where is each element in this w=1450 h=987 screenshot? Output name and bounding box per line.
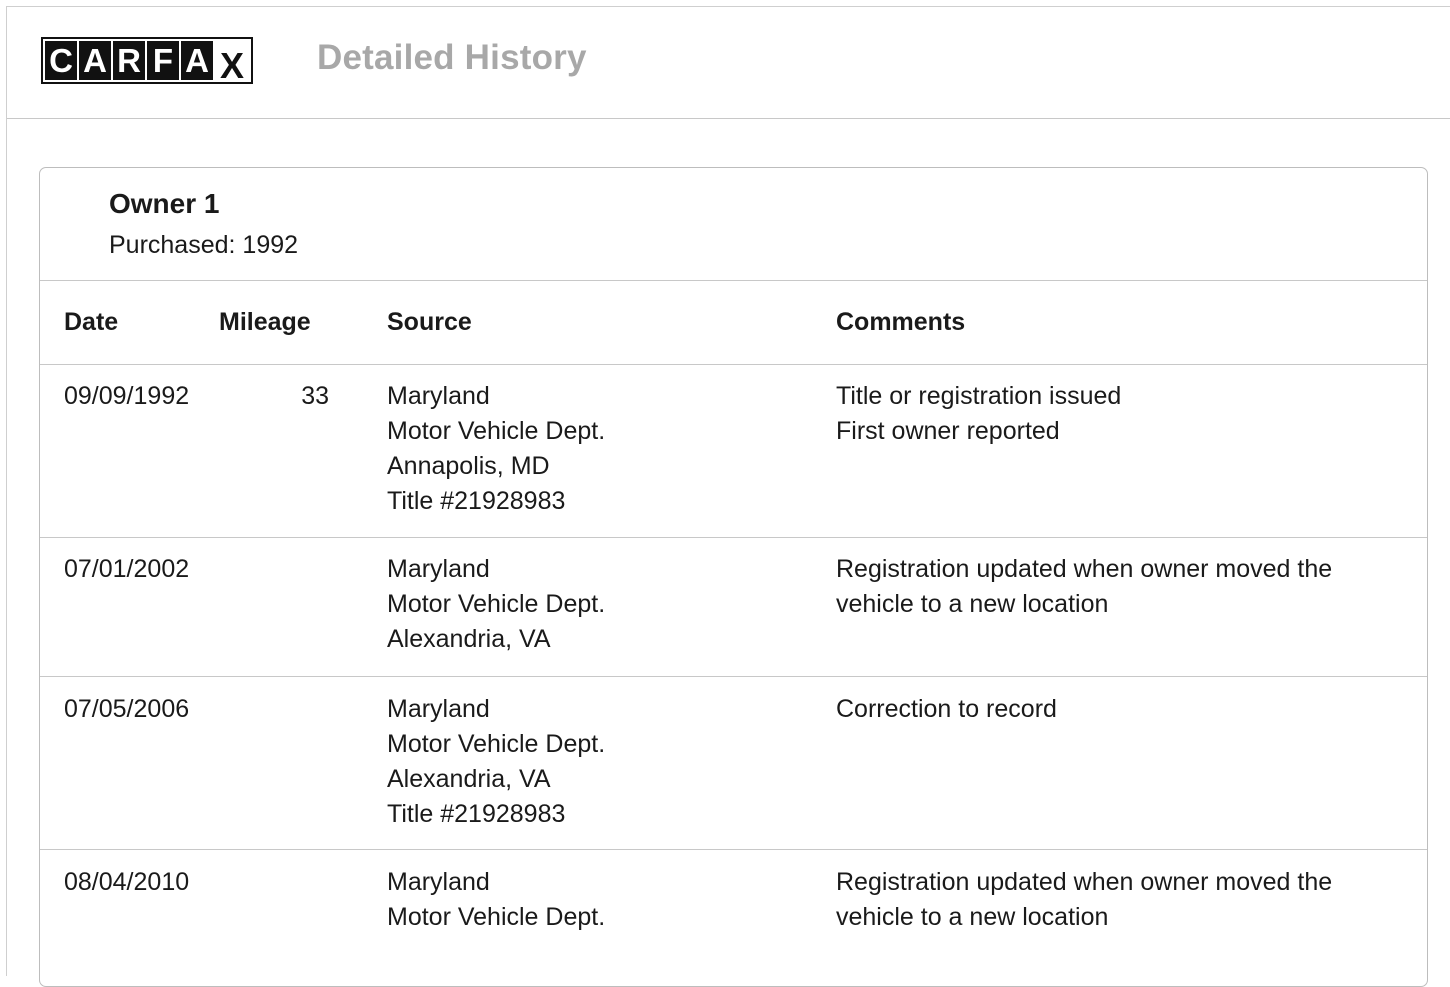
comment-line: Registration updated when owner moved th… — [836, 868, 1333, 896]
column-header-date: Date — [64, 308, 119, 336]
owner-purchased: Purchased: 1992 — [109, 231, 299, 259]
report-header: C A R F A X Detailed History — [7, 7, 1450, 119]
source-line: Motor Vehicle Dept. — [387, 417, 606, 445]
comment-line: Title or registration issued — [836, 382, 1122, 410]
row-date: 09/09/1992 — [64, 382, 190, 410]
source-line: Maryland — [387, 695, 490, 723]
row-date: 08/04/2010 — [64, 868, 190, 896]
row-comments: Registration updated when owner moved th… — [836, 865, 1332, 935]
row-source: Maryland Motor Vehicle Dept. Alexandria,… — [387, 692, 605, 832]
source-line: Motor Vehicle Dept. — [387, 590, 606, 618]
source-line: Alexandria, VA — [387, 765, 551, 793]
source-line: Maryland — [387, 555, 490, 583]
owner-history-card: Owner 1 Purchased: 1992 Date Mileage Sou… — [39, 167, 1428, 987]
row-date: 07/05/2006 — [64, 695, 190, 723]
divider — [40, 364, 1427, 365]
row-comments: Registration updated when owner moved th… — [836, 552, 1332, 622]
source-line: Title #21928983 — [387, 800, 566, 828]
row-comments: Title or registration issued First owner… — [836, 379, 1121, 449]
row-date: 07/01/2002 — [64, 555, 190, 583]
divider — [40, 676, 1427, 677]
divider — [40, 280, 1427, 281]
row-source: Maryland Motor Vehicle Dept. Alexandria,… — [387, 552, 605, 657]
comment-line: vehicle to a new location — [836, 590, 1109, 618]
carfax-logo: C A R F A X — [41, 37, 253, 84]
comment-line: First owner reported — [836, 417, 1060, 445]
row-source: Maryland Motor Vehicle Dept. Annapolis, … — [387, 379, 605, 519]
owner-header: Owner 1 Purchased: 1992 — [109, 186, 298, 260]
divider — [40, 849, 1427, 850]
row-source: Maryland Motor Vehicle Dept. — [387, 865, 605, 935]
page-title: Detailed History — [317, 38, 587, 77]
divider — [40, 537, 1427, 538]
logo-letter: R — [113, 41, 145, 80]
source-line: Motor Vehicle Dept. — [387, 730, 606, 758]
comment-line: vehicle to a new location — [836, 903, 1109, 931]
logo-letter: A — [79, 41, 111, 80]
owner-title: Owner 1 — [109, 188, 220, 219]
logo-letter: A — [181, 41, 213, 80]
source-line: Maryland — [387, 868, 490, 896]
logo-letter: X — [215, 41, 249, 80]
comment-line: Registration updated when owner moved th… — [836, 555, 1333, 583]
column-header-comments: Comments — [836, 308, 966, 336]
source-line: Alexandria, VA — [387, 625, 551, 653]
source-line: Motor Vehicle Dept. — [387, 903, 606, 931]
source-line: Maryland — [387, 382, 490, 410]
logo-letter: F — [147, 41, 179, 80]
column-header-source: Source — [387, 308, 472, 336]
row-mileage: 33 — [301, 382, 329, 410]
source-line: Annapolis, MD — [387, 452, 550, 480]
row-comments: Correction to record — [836, 692, 1057, 727]
column-header-mileage: Mileage — [219, 308, 311, 336]
comment-line: Correction to record — [836, 695, 1057, 723]
logo-letter: C — [45, 41, 77, 80]
source-line: Title #21928983 — [387, 487, 566, 515]
